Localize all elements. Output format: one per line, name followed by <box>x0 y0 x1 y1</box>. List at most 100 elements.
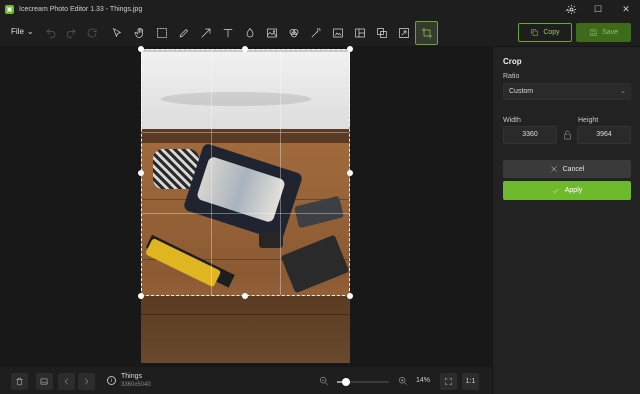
save-button[interactable]: Save <box>576 23 631 42</box>
width-field[interactable]: 3360 <box>503 126 557 144</box>
chevron-right-icon <box>85 378 89 385</box>
previous-image-button[interactable] <box>58 373 75 390</box>
fit-to-screen-button[interactable] <box>440 373 457 390</box>
split-tool[interactable] <box>351 24 369 42</box>
select-tool[interactable] <box>108 24 126 42</box>
zoom-in-button[interactable] <box>398 376 408 388</box>
app-logo-icon: ▣ <box>5 5 14 14</box>
layers-icon <box>377 28 387 38</box>
magic-wand-icon <box>311 28 321 38</box>
reset-icon <box>87 28 97 38</box>
close-icon <box>551 166 557 172</box>
maximize-button[interactable]: ☐ <box>584 0 612 19</box>
drop-icon <box>246 28 254 38</box>
title-bar: ▣ Icecream Photo Editor 1.33 - Things.jp… <box>0 0 640 19</box>
undo-button[interactable] <box>42 24 60 42</box>
gallery-icon <box>40 378 48 385</box>
crop-icon <box>421 27 432 39</box>
copy-icon <box>531 29 539 36</box>
crop-handle-top-left[interactable] <box>138 46 144 52</box>
resize-tool[interactable] <box>395 24 413 42</box>
delete-button[interactable] <box>11 373 28 390</box>
pencil-icon <box>179 29 188 38</box>
drop-tool[interactable] <box>241 24 259 42</box>
fit-screen-icon <box>445 378 452 385</box>
chevron-down-icon: ⌄ <box>26 27 34 36</box>
save-label: Save <box>602 29 618 36</box>
hand-pan-icon <box>134 27 143 38</box>
crop-grid-line <box>142 213 349 215</box>
marquee-tool[interactable] <box>153 24 171 42</box>
crop-panel: Crop Ratio Custom ⌄ Width Height 3360 39… <box>492 47 640 394</box>
crop-grid-line <box>142 131 349 133</box>
redo-button[interactable] <box>62 24 80 42</box>
crop-handle-bottom-left[interactable] <box>138 293 144 299</box>
pan-tool[interactable] <box>131 24 149 42</box>
minimize-button[interactable]: — <box>556 0 584 19</box>
lock-icon[interactable] <box>563 130 572 140</box>
zoom-percentage: 14% <box>416 377 431 384</box>
window-title: Icecream Photo Editor 1.33 - Things.jpg <box>19 6 143 13</box>
crop-grid-line <box>210 50 212 295</box>
save-icon <box>590 29 597 36</box>
height-field[interactable]: 3964 <box>577 126 631 144</box>
crop-grid-line <box>279 50 281 295</box>
height-label: Height <box>578 117 599 124</box>
image-canvas[interactable] <box>0 46 492 366</box>
ratio-label: Ratio <box>503 73 520 80</box>
file-name: Things <box>121 373 143 380</box>
ratio-select[interactable]: Custom ⌄ <box>503 83 631 100</box>
cancel-button[interactable]: Cancel <box>503 160 631 178</box>
crop-handle-top[interactable] <box>242 46 248 52</box>
adjust-tool[interactable] <box>263 24 281 42</box>
trash-icon <box>16 377 23 386</box>
zoom-in-icon <box>399 377 407 385</box>
arrow-tool[interactable] <box>197 24 215 42</box>
close-button[interactable]: ✕ <box>612 0 640 19</box>
reset-button[interactable] <box>83 24 101 42</box>
crop-handle-bottom[interactable] <box>242 293 248 299</box>
bottom-bar: i Things 3360x5040 14% 1:1 <box>0 366 492 394</box>
apply-label: Apply <box>564 187 583 194</box>
magic-wand-tool[interactable] <box>307 24 325 42</box>
chevron-down-icon: ⌄ <box>620 88 626 95</box>
layers-tool[interactable] <box>373 24 391 42</box>
copy-label: Copy <box>543 29 560 36</box>
actual-size-button[interactable]: 1:1 <box>462 373 479 390</box>
redo-icon <box>66 28 76 38</box>
filters-tool[interactable] <box>285 24 303 42</box>
info-icon[interactable]: i <box>107 376 116 385</box>
zoom-slider[interactable] <box>337 378 389 386</box>
file-menu[interactable]: File ⌄ <box>11 27 34 36</box>
zoom-slider-thumb[interactable] <box>342 378 351 386</box>
file-menu-label: File <box>11 27 24 36</box>
filters-icon <box>289 29 299 38</box>
crop-handle-left[interactable] <box>138 170 144 176</box>
cancel-label: Cancel <box>562 165 585 173</box>
zoom-out-button[interactable] <box>319 376 329 388</box>
crop-handle-right[interactable] <box>347 170 353 176</box>
insert-image-tool[interactable] <box>329 24 347 42</box>
insert-image-icon <box>333 28 343 38</box>
undo-icon <box>46 28 56 38</box>
copy-button[interactable]: Copy <box>518 23 572 42</box>
width-label: Width <box>503 117 521 124</box>
apply-button[interactable]: Apply <box>503 181 631 200</box>
select-pointer-icon <box>113 28 121 37</box>
text-icon <box>223 29 233 38</box>
crop-handle-bottom-right[interactable] <box>347 293 353 299</box>
text-tool[interactable] <box>219 24 237 42</box>
next-image-button[interactable] <box>78 373 95 390</box>
file-dimensions: 3360x5040 <box>121 382 151 388</box>
toolbar: File ⌄ Copy Save <box>0 19 640 47</box>
image-adjust-icon <box>267 28 277 38</box>
ratio-value: Custom <box>509 88 534 95</box>
crop-excluded-area <box>141 296 350 363</box>
gallery-button[interactable] <box>36 373 53 390</box>
pencil-tool[interactable] <box>175 24 193 42</box>
crop-frame[interactable] <box>141 49 350 296</box>
panel-title: Crop <box>503 57 522 66</box>
crop-handle-top-right[interactable] <box>347 46 353 52</box>
crop-tool[interactable] <box>415 21 438 45</box>
marquee-select-icon <box>157 28 167 38</box>
